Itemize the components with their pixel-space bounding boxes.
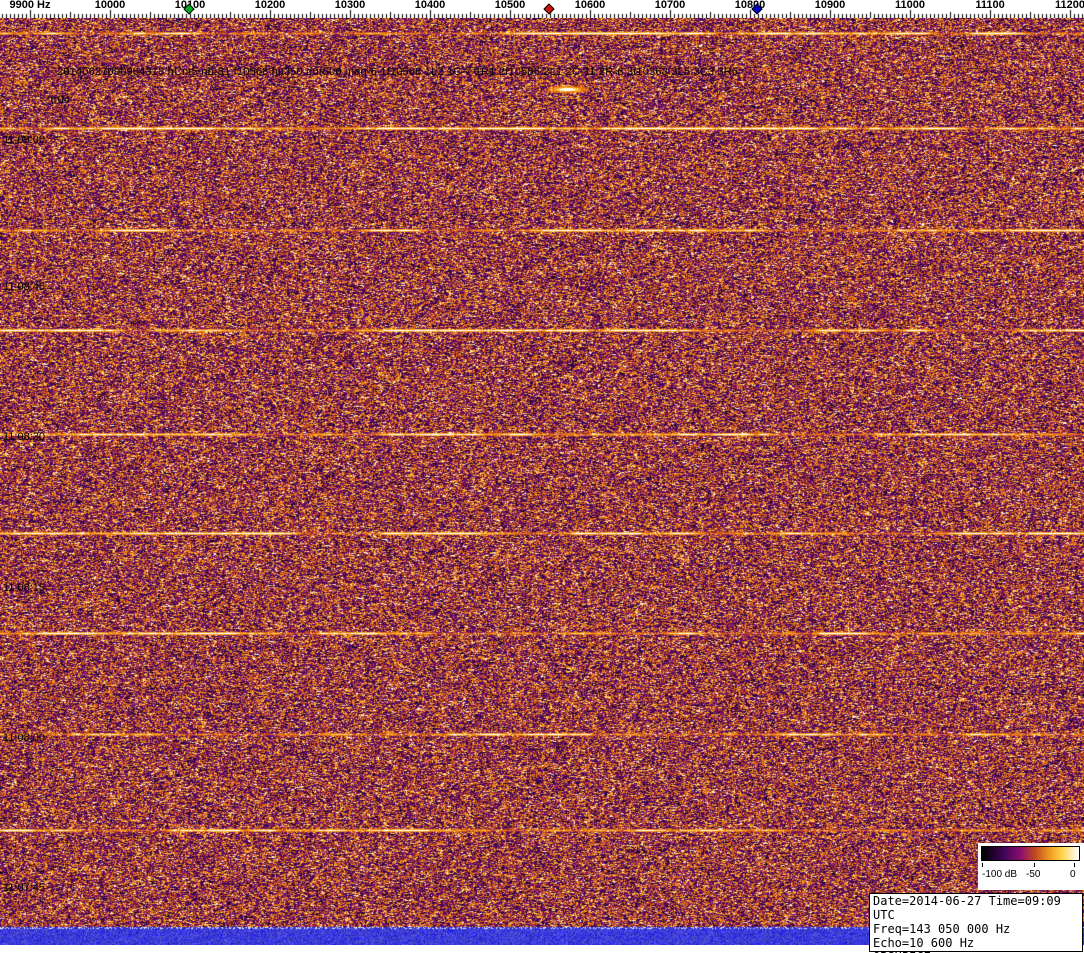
info-freq-line: Freq=143 050 000 Hz bbox=[873, 922, 1011, 936]
legend-mid-label: -50 bbox=[1026, 869, 1041, 880]
legend-tick-max bbox=[1074, 863, 1075, 867]
db-color-legend: -100 dB -50 0 bbox=[978, 843, 1084, 890]
ruler-label: 9900 Hz bbox=[9, 0, 51, 11]
time-label: 11:08:45 bbox=[3, 281, 46, 293]
spectrogram-canvas bbox=[0, 18, 1084, 945]
time-label: 11:07:45 bbox=[3, 882, 46, 894]
time-label: 11:09:00 bbox=[3, 134, 46, 146]
trace-annotation: *tr04 bbox=[46, 94, 71, 106]
ruler-label: 10300 bbox=[334, 0, 366, 11]
time-label: 11:08:00 bbox=[3, 732, 46, 744]
info-date-line: Date=2014-06-27 Time=09:09 UTC bbox=[873, 894, 1061, 922]
legend-tick-min bbox=[982, 863, 983, 867]
detection-annotation: 20140627090904318 hCnt5 nb-81 f10568 hit… bbox=[57, 66, 739, 78]
ruler-label: 11200 bbox=[1055, 0, 1084, 11]
ruler-label: 11100 bbox=[975, 0, 1005, 11]
legend-tick-mid bbox=[1034, 863, 1035, 867]
ruler-label: 10200 bbox=[254, 0, 286, 11]
frequency-ruler: 9900 Hz100001010010200103001040010500106… bbox=[0, 0, 1084, 18]
color-gradient-bar bbox=[981, 846, 1080, 861]
ruler-label: 10500 bbox=[494, 0, 526, 11]
ruler-label: 10700 bbox=[654, 0, 686, 11]
ruler-label: 11000 bbox=[895, 0, 925, 11]
ruler-label: 10900 bbox=[814, 0, 846, 11]
time-label: 11:08:15 bbox=[3, 582, 46, 594]
legend-min-label: -100 dB bbox=[982, 869, 1018, 880]
info-box: Date=2014-06-27 Time=09:09 UTC Freq=143 … bbox=[869, 893, 1083, 953]
info-echo-line: Echo=10 600 Hz bbox=[873, 936, 975, 950]
ruler-label: 10400 bbox=[414, 0, 446, 11]
ruler-label: 10000 bbox=[94, 0, 126, 11]
time-label: 11:08:30 bbox=[3, 431, 46, 443]
legend-max-label: 0 bbox=[1070, 869, 1076, 880]
ruler-label: 10600 bbox=[574, 0, 606, 11]
spectrogram-app: 9900 Hz100001010010200103001040010500106… bbox=[0, 0, 1084, 953]
